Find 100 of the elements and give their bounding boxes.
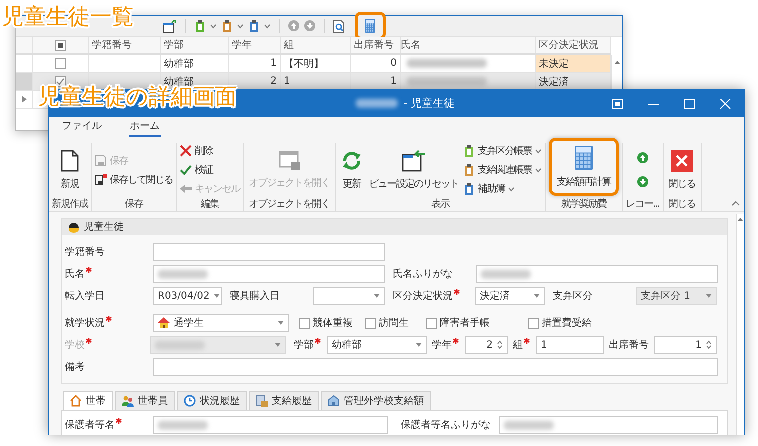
checkbox[interactable] xyxy=(55,76,66,87)
ribbon-button[interactable]: 保存して閉じる xyxy=(95,172,173,186)
menu-tab[interactable]: ホーム xyxy=(129,118,161,136)
number-field[interactable]: 2 xyxy=(465,336,508,354)
column-header[interactable]: 学年 xyxy=(229,37,281,53)
field-label: 保護者等名 xyxy=(65,418,123,432)
ribbon-button[interactable]: 削除 xyxy=(180,144,240,158)
checkbox[interactable] xyxy=(365,318,376,328)
group-label: オブジェクトを開く xyxy=(248,198,331,211)
preview-icon[interactable] xyxy=(333,20,345,32)
scrollbar[interactable] xyxy=(736,214,744,435)
checkbox-label[interactable]: 措置費受給 xyxy=(542,316,592,330)
scroll-up-icon[interactable] xyxy=(614,60,620,65)
column-header[interactable]: 出席番号 xyxy=(351,37,401,53)
tab[interactable]: 管理外学校支給額 xyxy=(321,391,431,410)
delete-icon xyxy=(180,145,192,157)
spin-arrows-icon xyxy=(706,340,712,350)
tab[interactable]: 世帯 xyxy=(63,391,113,410)
field-label: 区分決定状況 xyxy=(393,289,461,303)
ribbon-button[interactable]: 新規 xyxy=(59,145,81,195)
document-icon xyxy=(61,150,79,172)
checkbox[interactable] xyxy=(55,58,66,69)
field-label: 支弁区分 xyxy=(553,290,593,303)
dropdown-field[interactable]: 通学生 xyxy=(153,314,289,332)
scroll-up-icon[interactable] xyxy=(737,217,744,222)
input-field[interactable] xyxy=(499,416,718,434)
ribbon-button[interactable]: 支給額再計算 xyxy=(549,138,619,196)
menu-tab[interactable]: ファイル xyxy=(61,118,103,136)
check-icon xyxy=(180,164,192,176)
caret-icon xyxy=(237,24,244,28)
select-all-checkbox[interactable] xyxy=(55,40,66,50)
column-header[interactable]: 学籍番号 xyxy=(89,37,161,53)
ribbon-button[interactable]: 検証 xyxy=(180,163,240,177)
maximize-icon[interactable] xyxy=(684,98,695,108)
scrollbar[interactable] xyxy=(611,55,622,89)
checkbox[interactable] xyxy=(426,318,437,328)
field-label: 出席番号 xyxy=(609,338,649,352)
new-window-icon[interactable] xyxy=(163,20,177,32)
panel-title: 児童生徒 xyxy=(84,220,124,234)
checkbox-label[interactable]: 訪問生 xyxy=(379,316,409,330)
ribbon-button[interactable]: 支給関連帳票 xyxy=(463,163,542,177)
ribbon-button[interactable]: 補助簿 xyxy=(463,182,542,196)
dropdown-field[interactable]: 幼稚部 xyxy=(327,336,427,354)
group-label: 表示 xyxy=(430,198,451,211)
caret-icon xyxy=(264,24,271,28)
up-arrow-icon[interactable] xyxy=(636,152,649,164)
tab[interactable]: 状況履歴 xyxy=(177,391,247,410)
input-field[interactable] xyxy=(153,265,385,283)
table-cell: 1 xyxy=(281,73,351,90)
table-cell: 決定済 xyxy=(536,73,611,90)
field-label: 保護者等名ふりがな xyxy=(401,418,491,432)
caret-icon xyxy=(508,186,515,192)
calculator-icon xyxy=(575,146,593,170)
close-icon xyxy=(671,150,694,172)
column-header[interactable]: 学部 xyxy=(161,37,229,53)
number-field[interactable]: 1 xyxy=(654,336,717,354)
caret-icon xyxy=(706,294,712,298)
table-cell: 1 xyxy=(229,55,281,72)
tab[interactable]: 世帯員 xyxy=(115,391,175,410)
checkbox[interactable] xyxy=(299,318,310,328)
down-arrow-icon[interactable] xyxy=(304,20,316,32)
current-row-icon xyxy=(22,96,26,103)
undo-icon xyxy=(180,183,192,195)
ribbon-button[interactable]: 支弁区分帳票 xyxy=(463,144,542,158)
ledger-icon xyxy=(256,395,268,407)
column-header[interactable]: 氏名 xyxy=(401,37,536,53)
input-field[interactable] xyxy=(153,416,388,434)
column-header[interactable]: 区分決定状況 xyxy=(536,37,611,53)
clock-icon xyxy=(184,395,196,407)
checkbox[interactable] xyxy=(528,318,539,328)
caret-icon xyxy=(374,294,380,298)
clipboard-icon xyxy=(463,183,475,195)
group-label: 新規作成 xyxy=(52,198,88,211)
spin-arrows-icon xyxy=(497,340,503,350)
input-field[interactable] xyxy=(153,358,718,376)
input-field[interactable] xyxy=(476,265,718,283)
checkbox-label[interactable]: 競体重複 xyxy=(313,316,353,330)
ribbon-button[interactable]: 更新 xyxy=(339,145,365,195)
field-label: 学籍番号 xyxy=(65,246,105,259)
building-icon xyxy=(328,395,340,407)
dropdown-field[interactable] xyxy=(313,287,385,305)
dropdown-field[interactable]: 決定済 xyxy=(475,287,545,305)
column-header[interactable]: 組 xyxy=(281,37,351,53)
input-field[interactable]: 1 xyxy=(536,336,604,354)
ribbon-button[interactable]: ビュー設定のリセット xyxy=(367,145,461,195)
dropdown-field[interactable]: R03/04/02 xyxy=(153,287,222,305)
tab[interactable]: 支給履歴 xyxy=(249,391,319,410)
close-icon[interactable] xyxy=(720,98,731,108)
field-label: 氏名 xyxy=(65,267,93,281)
collapse-icon[interactable] xyxy=(732,201,740,206)
caret-icon xyxy=(278,321,284,325)
checkbox-label[interactable]: 障害者手帳 xyxy=(440,316,490,330)
ribbon-button[interactable]: 閉じる xyxy=(666,145,698,195)
field-label: 備考 xyxy=(65,360,85,374)
caret-icon xyxy=(214,294,220,298)
down-arrow-icon[interactable] xyxy=(636,176,649,188)
up-arrow-icon[interactable] xyxy=(288,20,300,32)
table-cell: 未決定 xyxy=(536,55,611,72)
cap-icon xyxy=(68,222,80,232)
input-field[interactable] xyxy=(153,243,385,261)
